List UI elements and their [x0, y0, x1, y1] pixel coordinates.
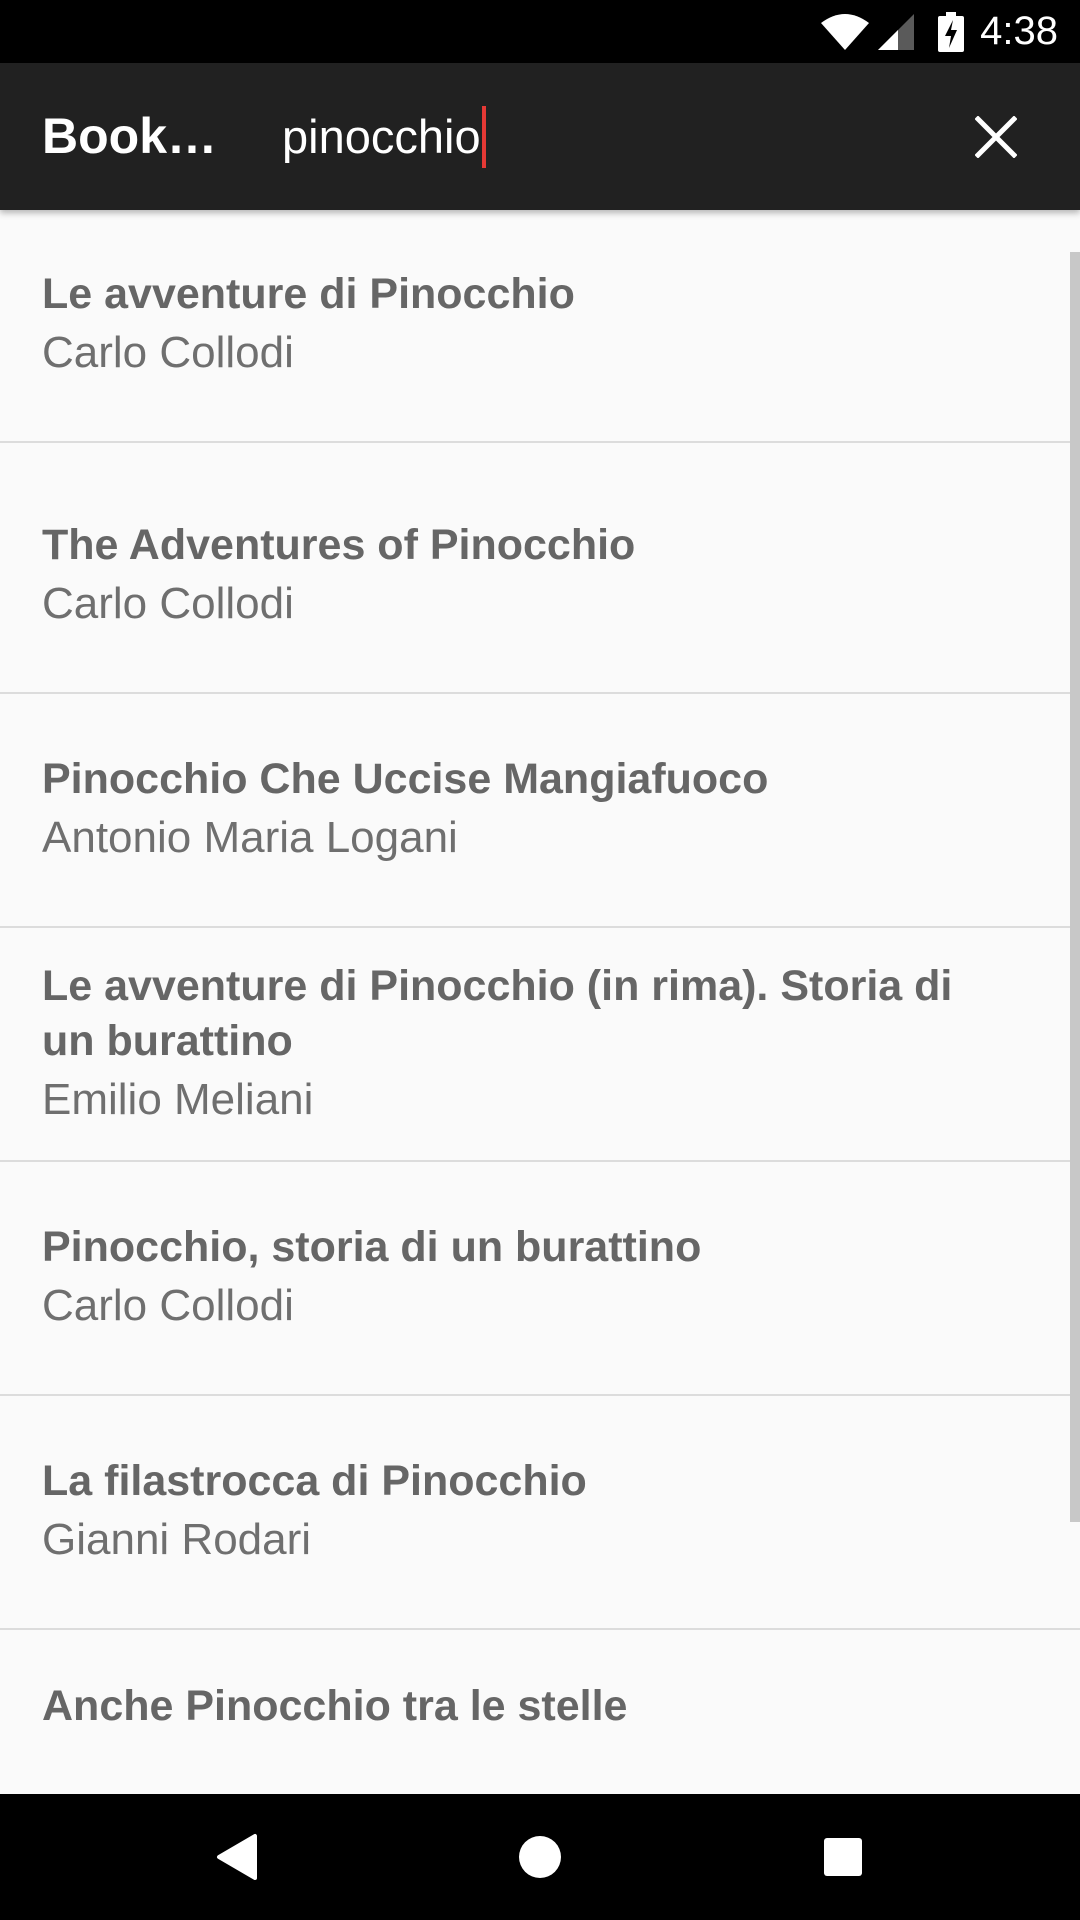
book-author: Antonio Maria Logani — [42, 813, 458, 862]
list-item[interactable]: La filastrocca di Pinocchio Gianni Rodar… — [0, 1397, 1080, 1630]
book-author: Gianni Rodari — [42, 1515, 312, 1564]
search-query-text[interactable]: pinocchio — [282, 109, 481, 164]
wifi-icon — [821, 13, 870, 50]
list-item[interactable]: Pinocchio, storia di un burattino Carlo … — [0, 1163, 1080, 1396]
recents-icon — [824, 1838, 862, 1876]
book-author: Carlo Collodi — [42, 328, 294, 377]
clock: 4:38 — [980, 9, 1058, 53]
search-results-list[interactable]: Le avventure di Pinocchio Carlo Collodi … — [0, 210, 1080, 1750]
clear-search-button[interactable] — [966, 107, 1026, 167]
book-author: Emilio Meliani — [42, 1074, 314, 1124]
recents-button[interactable] — [808, 1822, 878, 1892]
book-title: The Adventures of Pinocchio — [42, 521, 636, 569]
book-author: Carlo Collodi — [42, 1281, 294, 1330]
status-bar: 4:38 — [0, 0, 1080, 63]
close-icon — [975, 116, 1017, 158]
battery-charging-icon — [938, 11, 965, 52]
book-title: Le avventure di Pinocchio — [42, 270, 575, 318]
home-icon — [519, 1836, 561, 1878]
cell-signal-icon — [878, 13, 915, 50]
app-toolbar: Book… pinocchio — [0, 63, 1080, 210]
back-button[interactable] — [202, 1822, 272, 1892]
list-item[interactable]: Le avventure di Pinocchio Carlo Collodi — [0, 210, 1080, 443]
app-title: Book… — [42, 108, 217, 164]
status-icons: 4:38 — [820, 0, 1058, 63]
list-item[interactable]: The Adventures of Pinocchio Carlo Collod… — [0, 461, 1080, 694]
book-title: Anche Pinocchio tra le stelle — [42, 1682, 628, 1730]
book-title: La filastrocca di Pinocchio — [42, 1457, 587, 1505]
list-item[interactable]: Anche Pinocchio tra le stelle — [0, 1631, 1080, 1750]
book-title: Le avventure di Pinocchio (in rima). Sto… — [42, 961, 953, 1065]
book-author: Carlo Collodi — [42, 579, 294, 628]
back-icon — [217, 1834, 257, 1880]
home-button[interactable] — [505, 1822, 575, 1892]
book-title: Pinocchio, storia di un burattino — [42, 1223, 702, 1271]
book-title: Pinocchio Che Uccise Mangiafuoco — [42, 755, 769, 803]
search-input[interactable]: pinocchio — [282, 63, 486, 210]
list-item[interactable]: Pinocchio Che Uccise Mangiafuoco Antonio… — [0, 695, 1080, 928]
text-cursor — [481, 105, 486, 168]
scrollbar[interactable] — [1070, 252, 1080, 1522]
navigation-bar — [0, 1794, 1080, 1920]
list-item[interactable]: Le avventure di Pinocchio (in rima). Sto… — [0, 929, 1080, 1162]
